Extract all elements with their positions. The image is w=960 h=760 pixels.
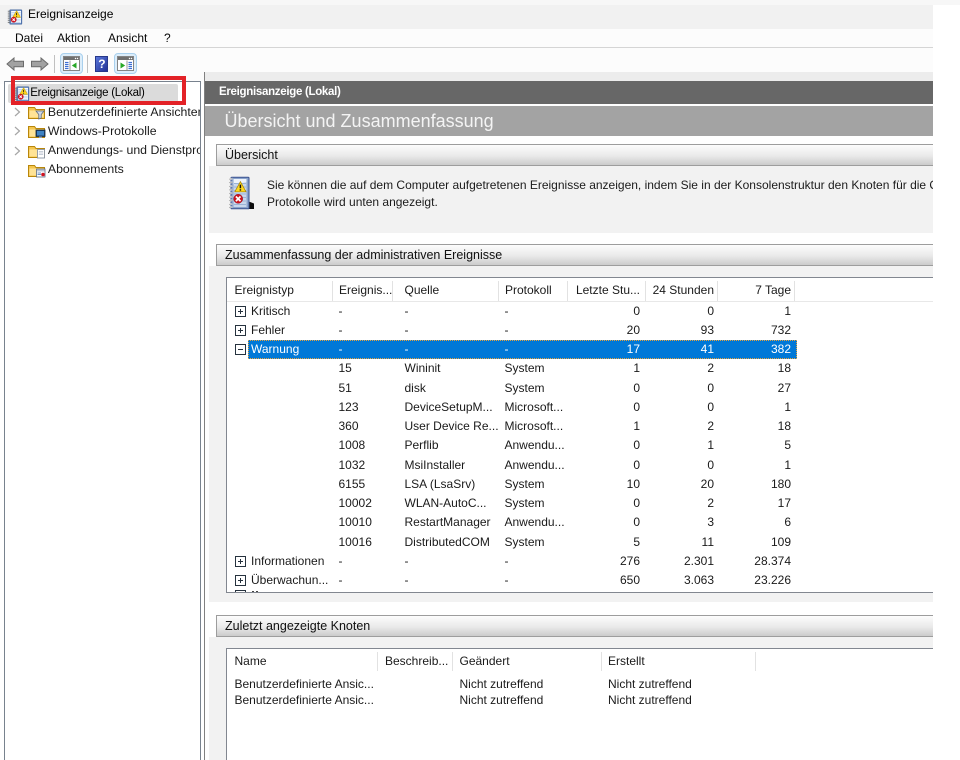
svg-text:?: ? — [98, 57, 105, 71]
